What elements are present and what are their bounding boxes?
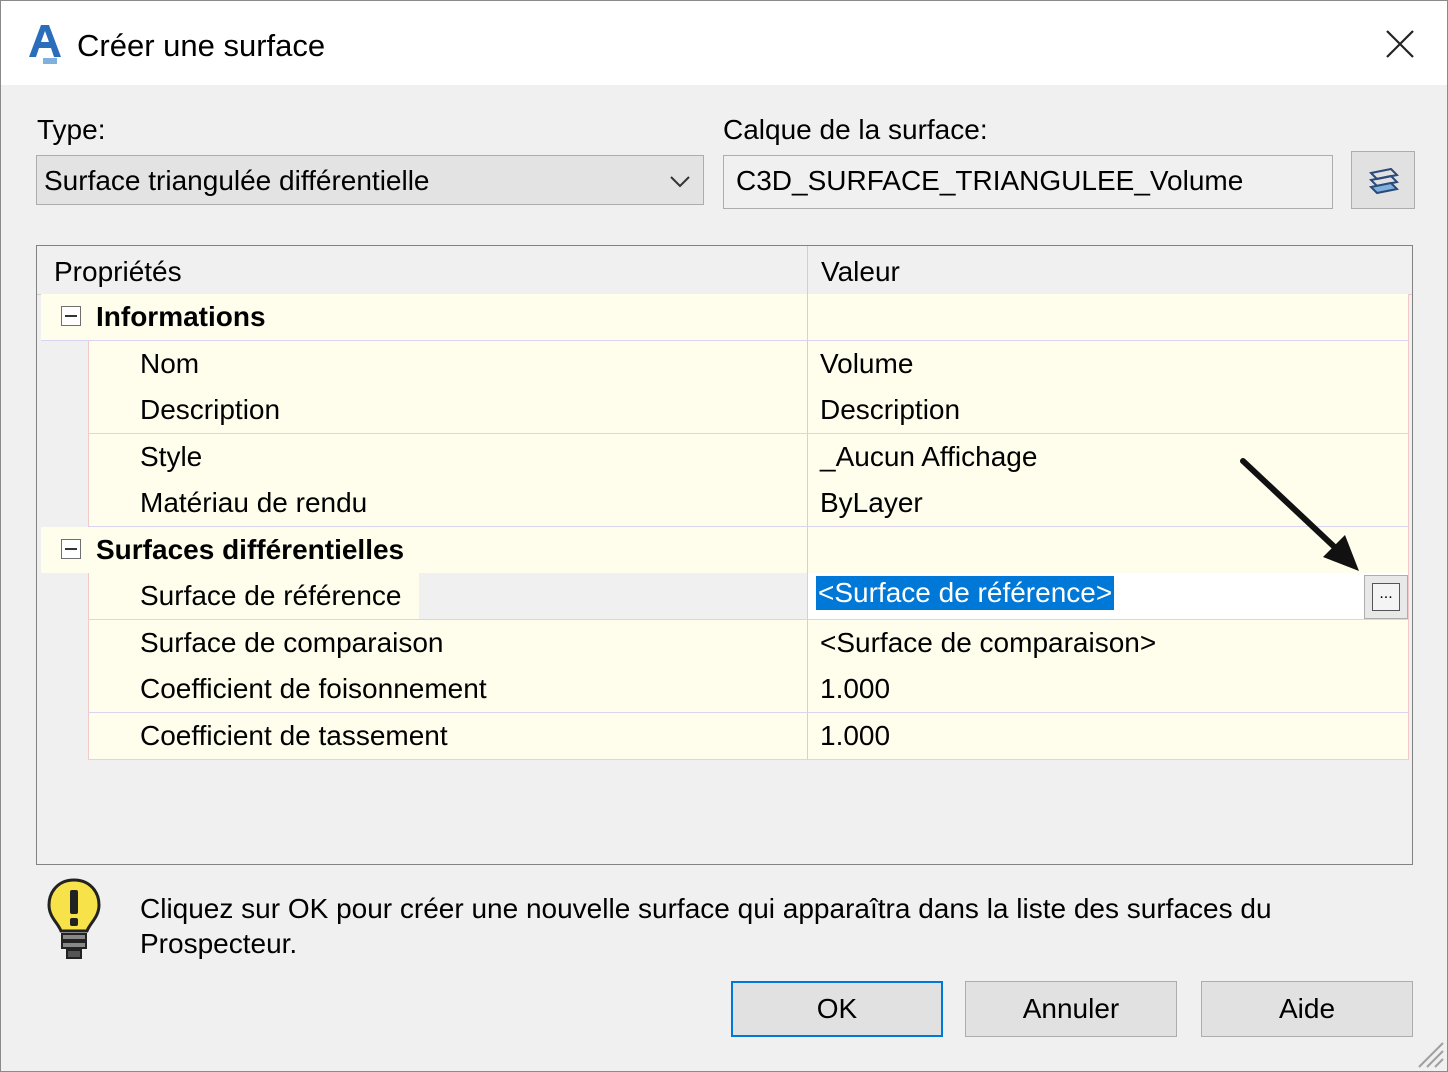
type-dropdown[interactable]: Surface triangulée différentielle [36, 155, 704, 205]
row-gutter [41, 387, 88, 433]
layers-icon [1368, 167, 1400, 195]
property-name-cell: Coefficient de foisonnement [135, 666, 807, 713]
create-surface-dialog: Créer une surface Type: Surface triangul… [0, 0, 1448, 1072]
close-icon[interactable] [1371, 15, 1429, 73]
resize-grip-icon[interactable] [1411, 1035, 1445, 1069]
lightbulb-icon [47, 878, 101, 959]
row-indent [88, 480, 136, 527]
grid-header: Propriétés Valeur [37, 246, 1412, 295]
property-name-cell: Matériau de rendu [135, 480, 807, 527]
table-row[interactable]: Description Description [37, 387, 1409, 434]
row-indent [88, 387, 136, 434]
property-name: Nom [140, 347, 200, 379]
row-indent [88, 712, 136, 760]
property-value-cell[interactable]: 1.000 [807, 712, 1409, 760]
row-gutter [41, 619, 88, 666]
property-name: Style [140, 440, 203, 472]
type-dropdown-value: Surface triangulée différentielle [44, 165, 430, 196]
property-name-cell: Coefficient de tassement [135, 712, 807, 760]
column-header-value: Valeur [821, 256, 900, 287]
property-value: 1.000 [820, 719, 891, 751]
category-row-informations[interactable]: Informations [37, 294, 1409, 341]
property-value: ByLayer [820, 487, 923, 518]
row-indent [88, 573, 136, 620]
table-row[interactable]: Coefficient de foisonnement 1.000 [37, 666, 1409, 713]
table-row[interactable]: Style _Aucun Affichage [37, 433, 1409, 481]
browse-button[interactable]: ... [1364, 575, 1408, 619]
column-header-properties: Propriétés [54, 256, 182, 287]
chevron-down-icon [670, 176, 690, 188]
category-value-cell [807, 294, 1409, 341]
table-row-selected[interactable]: Surface de référence <Surface de référen… [37, 573, 1409, 620]
property-name-cell: Nom [135, 340, 807, 388]
property-value-cell[interactable]: ByLayer [807, 480, 1409, 527]
collapse-toggle-icon[interactable] [61, 538, 81, 559]
grid-rows: Informations Nom Volume Description Desc… [37, 294, 1409, 760]
property-name: Surface de comparaison [140, 626, 444, 658]
property-value-cell[interactable]: Volume [807, 340, 1409, 388]
property-name-cell: Style [135, 433, 807, 481]
layer-select-button[interactable] [1351, 151, 1415, 209]
row-gutter [41, 294, 88, 341]
row-gutter [41, 573, 88, 619]
category-row-surfaces-differentielles[interactable]: Surfaces différentielles [37, 526, 1409, 574]
property-value-cell[interactable]: <Surface de comparaison> [807, 619, 1409, 667]
layer-value: C3D_SURFACE_TRIANGULEE_Volume [736, 165, 1244, 196]
collapse-toggle-icon[interactable] [61, 306, 81, 326]
row-indent [88, 340, 136, 388]
row-indent [88, 619, 136, 667]
table-row[interactable]: Surface de comparaison <Surface de compa… [37, 619, 1409, 667]
row-gutter [41, 480, 88, 526]
table-row[interactable]: Nom Volume [37, 340, 1409, 388]
reference-surface-input[interactable]: <Surface de référence> [816, 576, 1115, 610]
ellipsis-icon: ... [1372, 583, 1400, 611]
title-bar: Créer une surface [1, 1, 1447, 85]
property-value: <Surface de comparaison> [820, 626, 1157, 658]
property-name: Matériau de rendu [140, 487, 368, 518]
property-value: _Aucun Affichage [820, 440, 1038, 472]
row-gutter [41, 712, 88, 759]
help-button[interactable]: Aide [1201, 981, 1413, 1037]
row-gutter [41, 666, 88, 712]
property-name-cell: Surface de référence [135, 573, 807, 620]
layer-field: C3D_SURFACE_TRIANGULEE_Volume [723, 155, 1333, 209]
row-gutter [41, 526, 88, 574]
category-name-cell: Surfaces différentielles [88, 526, 807, 574]
property-value-cell[interactable]: _Aucun Affichage [807, 433, 1409, 481]
autocad-civil3d-icon [29, 25, 61, 64]
property-name-cell: Surface de comparaison [135, 619, 807, 667]
property-name: Coefficient de tassement [140, 719, 448, 751]
table-row[interactable]: Matériau de rendu ByLayer [37, 480, 1409, 527]
property-name-cell: Description [135, 387, 807, 434]
dialog-title: Créer une surface [77, 28, 326, 63]
row-gutter [41, 433, 88, 480]
property-value: Volume [820, 347, 914, 379]
cancel-button[interactable]: Annuler [965, 981, 1177, 1037]
column-separator[interactable] [807, 246, 808, 294]
table-row[interactable]: Coefficient de tassement 1.000 [37, 712, 1409, 760]
property-value: 1.000 [820, 673, 891, 704]
property-name: Surface de référence [140, 580, 402, 611]
category-name: Informations [96, 301, 266, 332]
category-value-cell [807, 526, 1409, 574]
property-value: Description [820, 394, 961, 425]
type-label: Type: [37, 114, 106, 145]
row-indent [88, 433, 136, 481]
info-message: Cliquez sur OK pour créer une nouvelle s… [140, 893, 1272, 959]
property-value-cell[interactable]: <Surface de référence> ... [807, 573, 1409, 620]
category-name-cell: Informations [88, 294, 807, 341]
ok-button[interactable]: OK [731, 981, 943, 1037]
property-value-cell[interactable]: Description [807, 387, 1409, 434]
property-name: Description [140, 394, 281, 425]
property-value-cell[interactable]: 1.000 [807, 666, 1409, 713]
property-name: Coefficient de foisonnement [140, 673, 487, 704]
row-indent [88, 666, 136, 713]
category-name: Surfaces différentielles [96, 533, 405, 565]
row-gutter [41, 340, 88, 387]
layer-label: Calque de la surface: [723, 114, 988, 145]
properties-grid: Propriétés Valeur Informations Nom Volum… [36, 245, 1413, 865]
